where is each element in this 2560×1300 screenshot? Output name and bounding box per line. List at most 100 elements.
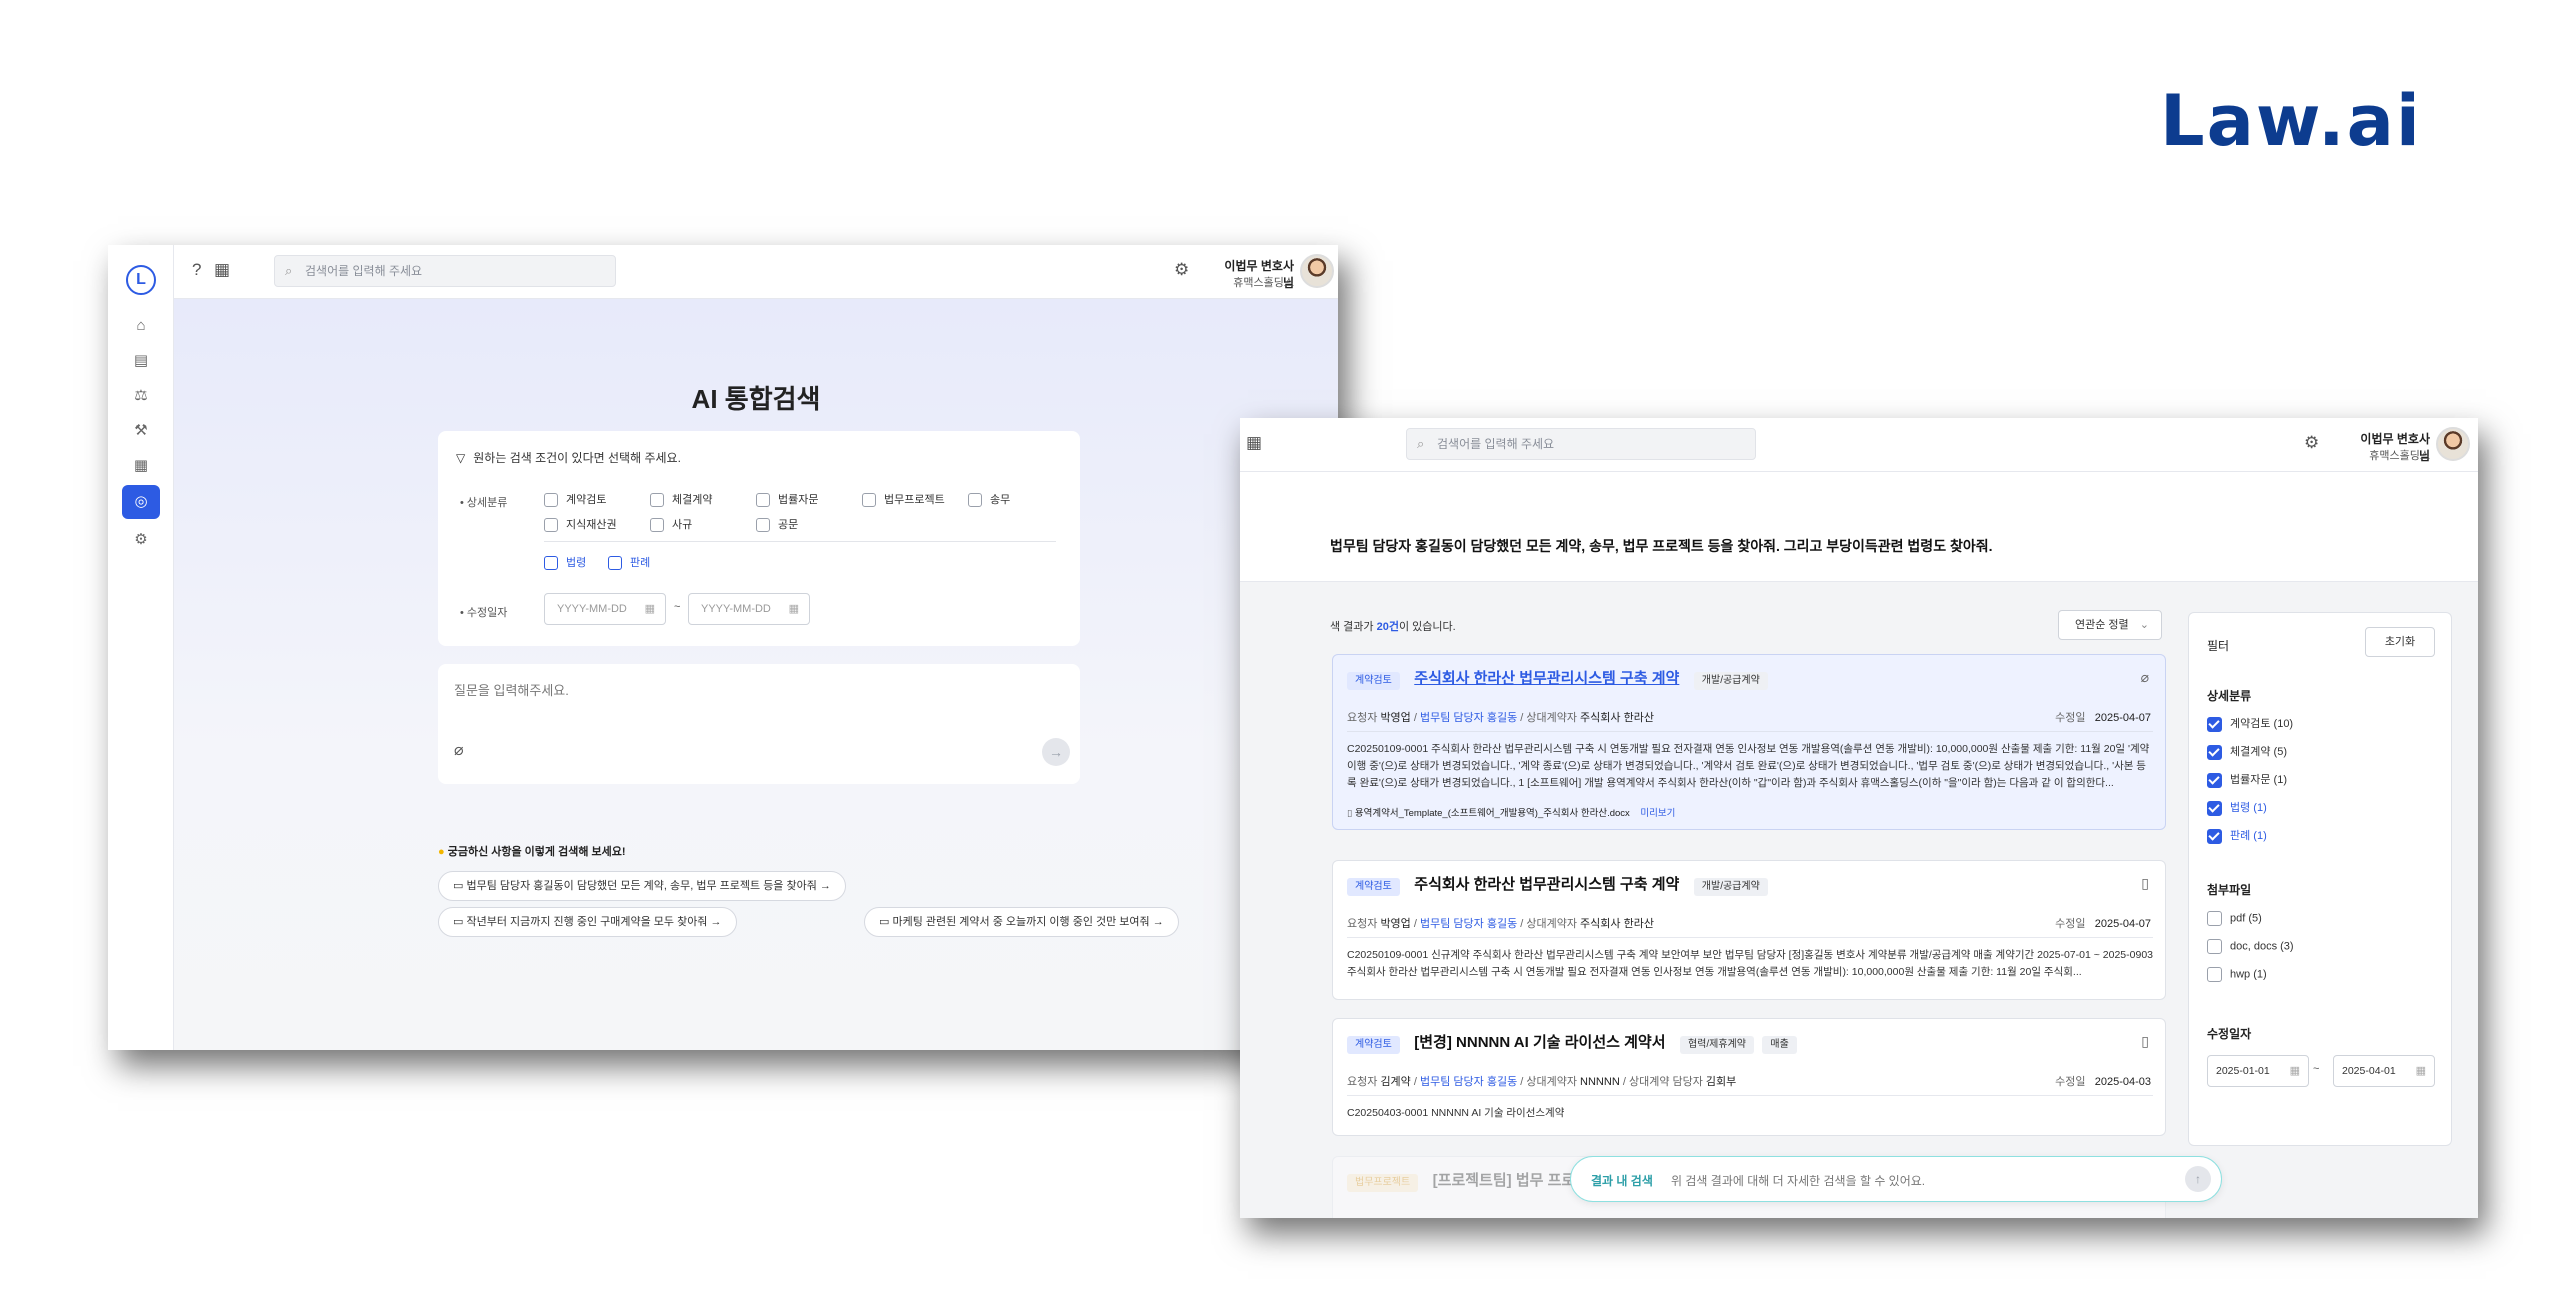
checkbox[interactable] xyxy=(608,556,622,571)
result-card[interactable]: 계약검토 [변경] NNNNN AI 기술 라이선스 계약서 협력/제휴계약 매… xyxy=(1332,1018,2166,1136)
checkbox[interactable] xyxy=(756,518,770,533)
question-placeholder: 질문을 입력해주세요. xyxy=(454,683,569,698)
scale-icon[interactable]: ⚖ xyxy=(128,383,154,409)
gear-icon[interactable]: ⚙ xyxy=(1174,260,1189,280)
option-label: 체결계약 (5) xyxy=(2230,746,2287,758)
category-option[interactable]: 계약검토 xyxy=(544,491,606,508)
category-option[interactable]: 사규 xyxy=(650,516,692,533)
search-input[interactable]: ⌕ 검색어를 입력해 주세요 xyxy=(1406,428,1756,460)
divider xyxy=(544,541,1056,542)
paperclip-icon[interactable]: ⌀ xyxy=(2141,669,2149,686)
checkbox[interactable] xyxy=(862,493,876,508)
checkbox[interactable] xyxy=(968,493,982,508)
checkbox[interactable] xyxy=(2207,828,2222,844)
result-title[interactable]: [변경] NNNNN AI 기술 라이선스 계약서 xyxy=(1414,1034,1665,1051)
calendar-icon[interactable]: ▦ xyxy=(214,260,230,280)
app-logo-icon[interactable]: L xyxy=(126,265,156,295)
date-from-input[interactable]: 2025-01-01 ▦ xyxy=(2207,1055,2309,1087)
checkbox[interactable] xyxy=(2207,939,2222,954)
checkbox[interactable] xyxy=(650,493,664,508)
result-card[interactable]: 계약검토 주식회사 한라산 법무관리시스템 구축 계약 개발/공급계약 ⌀ 요청… xyxy=(1332,654,2166,830)
category-option[interactable]: 공문 xyxy=(756,516,798,533)
checkbox[interactable] xyxy=(2207,800,2222,816)
checkbox[interactable] xyxy=(544,556,558,571)
result-body: C20250109-0001 주식회사 한라산 법무관리시스템 구축 시 연동개… xyxy=(1347,743,2150,789)
send-button[interactable]: → xyxy=(1042,738,1070,766)
ai-search-icon[interactable]: ◎ xyxy=(122,485,160,519)
document-icon[interactable]: ▯ xyxy=(2141,875,2149,892)
precedent-option[interactable]: 판례 xyxy=(608,554,650,571)
suggestion-chip[interactable]: ▭ 법무팀 담당자 홍길동이 담당했던 모든 계약, 송무, 법무 프로젝트 등… xyxy=(438,871,846,901)
top-bar: ▦ ⌕ 검색어를 입력해 주세요 ⚙ 이법무 변호사님 휴맥스홀딩스 xyxy=(1240,418,2478,472)
party-label: 상대계약자 xyxy=(1526,1076,1577,1088)
date-to-input[interactable]: YYYY-MM-DD ▦ xyxy=(688,593,810,625)
result-card[interactable]: 계약검토 주식회사 한라산 법무관리시스템 구축 계약 개발/공급계약 ▯ 요청… xyxy=(1332,860,2166,1000)
category-tag: 계약검토 xyxy=(1347,672,1400,690)
file-option[interactable]: hwp (1) xyxy=(2207,967,2267,982)
date-to-input[interactable]: 2025-04-01 ▦ xyxy=(2333,1055,2435,1087)
chevron-down-icon: ⌄ xyxy=(2139,619,2149,631)
sidebar: L ⌂ ▤ ⚖ ⚒ ▦ ◎ ⚙ xyxy=(108,245,174,1050)
document-icon[interactable]: ▯ xyxy=(2141,1033,2149,1050)
result-count-prefix: 색 결과가 xyxy=(1330,621,1377,633)
filter-option[interactable]: 법률자문 (1) xyxy=(2207,771,2287,788)
checkbox[interactable] xyxy=(2207,716,2222,732)
search-icon: ⌕ xyxy=(285,263,293,278)
suggestion-chip[interactable]: ▭ 마케팅 관련된 계약서 중 오늘까지 이행 중인 것만 보여줘 → xyxy=(864,907,1179,937)
filter-option[interactable]: 판례 (1) xyxy=(2207,827,2267,844)
type-tag: 개발/공급계약 xyxy=(1693,672,1768,690)
inner-search-label: 결과 내 검색 xyxy=(1591,1174,1653,1188)
checkbox[interactable] xyxy=(2207,744,2222,760)
paperclip-icon[interactable]: ⌀ xyxy=(454,740,464,760)
category-option[interactable]: 법무프로젝트 xyxy=(862,491,945,508)
home-icon[interactable]: ⌂ xyxy=(128,313,154,339)
filter-option[interactable]: 법령 (1) xyxy=(2207,799,2267,816)
checkbox[interactable] xyxy=(544,518,558,533)
result-title[interactable]: 주식회사 한라산 법무관리시스템 구축 계약 xyxy=(1414,670,1679,687)
file-option[interactable]: doc, docs (3) xyxy=(2207,939,2294,954)
calendar-icon[interactable]: ▦ xyxy=(1246,433,1262,453)
reset-button[interactable]: 초기화 xyxy=(2365,627,2435,657)
requester-label: 요청자 xyxy=(1347,918,1378,930)
gavel-icon[interactable]: ⚒ xyxy=(128,418,154,444)
date-value: 2025-04-03 xyxy=(2094,1076,2151,1088)
search-input[interactable]: ⌕ 검색어를 입력해 주세요 xyxy=(274,255,616,287)
category-option[interactable]: 체결계약 xyxy=(650,491,712,508)
result-title[interactable]: [프로젝트팀] 법무 프로 xyxy=(1433,1172,1576,1189)
send-button[interactable]: ↑ xyxy=(2185,1166,2211,1192)
help-icon[interactable]: ? xyxy=(192,260,201,280)
law-option[interactable]: 법령 xyxy=(544,554,586,571)
inner-search-input[interactable]: 결과 내 검색 위 검색 결과에 대해 더 자세한 검색을 할 수 있어요. ↑ xyxy=(1570,1156,2222,1202)
preview-link[interactable]: 미리보기 xyxy=(1640,808,1675,819)
result-date: 수정일 2025-04-07 xyxy=(2055,915,2151,931)
result-header: 계약검토 [변경] NNNNN AI 기술 라이선스 계약서 협력/제휴계약 매… xyxy=(1347,1031,1797,1054)
gear-icon[interactable]: ⚙ xyxy=(2304,433,2319,453)
checkbox[interactable] xyxy=(650,518,664,533)
checkbox[interactable] xyxy=(2207,967,2222,982)
checkbox[interactable] xyxy=(2207,772,2222,788)
checkbox[interactable] xyxy=(2207,911,2222,926)
suggestion-chip[interactable]: ▭ 작년부터 지금까지 진행 중인 구매계약을 모두 찾아줘 → xyxy=(438,907,737,937)
settings-icon[interactable]: ⚙ xyxy=(128,527,154,553)
file-option[interactable]: pdf (5) xyxy=(2207,911,2262,926)
suggestion-text: 법무팀 담당자 홍길동이 담당했던 모든 계약, 송무, 법무 프로젝트 등을 … xyxy=(466,880,817,892)
category-option[interactable]: 지식재산권 xyxy=(544,516,617,533)
checkbox[interactable] xyxy=(756,493,770,508)
avatar[interactable] xyxy=(2436,427,2470,461)
avatar[interactable] xyxy=(1300,254,1334,288)
attachment-name[interactable]: 용역계약서_Template_(소프트웨어_개발용역)_주식회사 한라산.doc… xyxy=(1355,808,1630,819)
sort-select[interactable]: 연관순 정렬 ⌄ xyxy=(2058,610,2162,640)
contract-icon[interactable]: ▦ xyxy=(128,453,154,479)
question-input[interactable]: 질문을 입력해주세요. ⌀ → xyxy=(438,664,1080,784)
category-tag: 계약검토 xyxy=(1347,878,1400,896)
result-title[interactable]: 주식회사 한라산 법무관리시스템 구축 계약 xyxy=(1414,876,1679,893)
result-header: 계약검토 주식회사 한라산 법무관리시스템 구축 계약 개발/공급계약 xyxy=(1347,667,1768,690)
category-option[interactable]: 송무 xyxy=(968,491,1010,508)
filter-option[interactable]: 체결계약 (5) xyxy=(2207,743,2287,760)
category-option[interactable]: 법률자문 xyxy=(756,491,818,508)
document-icon[interactable]: ▤ xyxy=(128,348,154,374)
checkbox[interactable] xyxy=(544,493,558,508)
date-separator: ~ xyxy=(2313,1063,2320,1075)
date-from-input[interactable]: YYYY-MM-DD ▦ xyxy=(544,593,666,625)
filter-option[interactable]: 계약검토 (10) xyxy=(2207,715,2293,732)
